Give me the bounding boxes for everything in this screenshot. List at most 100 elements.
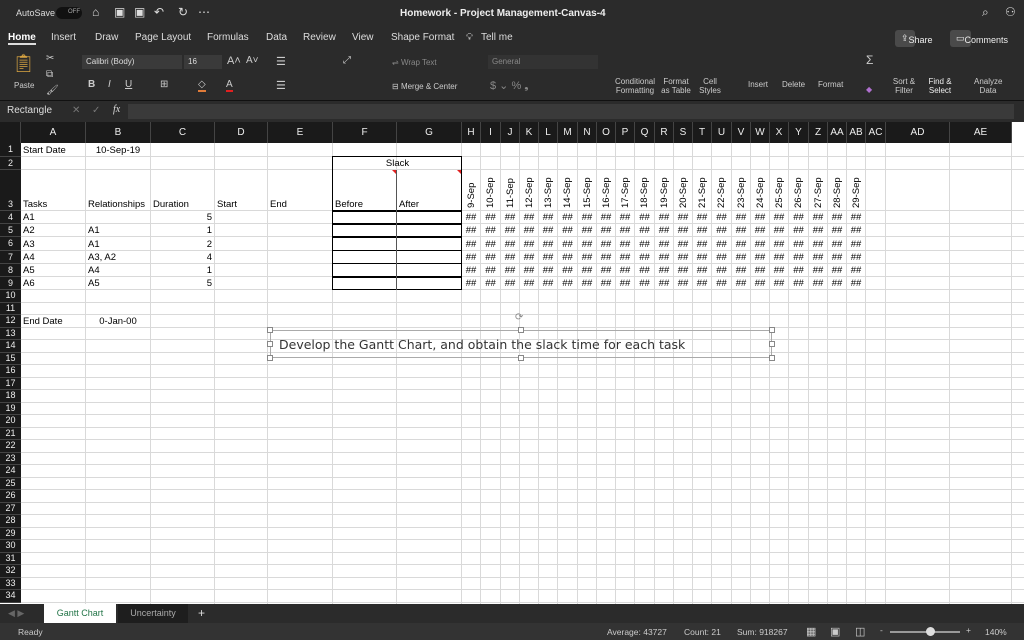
gantt-cell[interactable]: ## xyxy=(580,239,594,250)
insert-cells-button[interactable]: Insert xyxy=(748,80,768,89)
header-tasks[interactable]: Tasks xyxy=(23,199,83,210)
gantt-cell[interactable]: ## xyxy=(541,225,555,236)
gantt-cell[interactable]: ## xyxy=(849,278,863,289)
header-duration[interactable]: Duration xyxy=(153,199,212,210)
row-header-14[interactable]: 14 xyxy=(0,340,21,353)
gantt-cell[interactable]: ## xyxy=(791,278,806,289)
gantt-cell[interactable]: ## xyxy=(541,252,555,263)
gantt-cell[interactable]: ## xyxy=(599,252,613,263)
task-name[interactable]: A1 xyxy=(23,212,83,223)
gantt-cell[interactable]: ## xyxy=(618,252,632,263)
gantt-cell[interactable]: ## xyxy=(560,265,575,276)
date-header[interactable]: 18-Sep xyxy=(639,177,650,208)
row-header-30[interactable]: 30 xyxy=(0,540,21,553)
date-header[interactable]: 28-Sep xyxy=(832,177,843,208)
gantt-cell[interactable]: ## xyxy=(695,212,709,223)
format-cells-button[interactable]: Format xyxy=(818,80,843,89)
row-header-1[interactable]: 1 xyxy=(0,143,21,157)
column-header-AD[interactable]: AD xyxy=(886,122,950,143)
column-header-F[interactable]: F xyxy=(333,122,397,143)
zoom-slider-thumb[interactable] xyxy=(926,627,935,636)
comments-button[interactable]: ▭ Comments xyxy=(950,30,971,47)
date-header[interactable]: 23-Sep xyxy=(736,177,747,208)
gantt-cell[interactable]: ## xyxy=(657,225,671,236)
row-header-2[interactable]: 2 xyxy=(0,157,21,170)
clear-icon[interactable]: ◆ xyxy=(866,85,872,94)
gantt-cell[interactable]: ## xyxy=(580,252,594,263)
orientation-icon[interactable]: ⤢ xyxy=(343,55,351,66)
gantt-cell[interactable]: ## xyxy=(483,252,498,263)
header-before[interactable]: Before xyxy=(335,199,394,210)
row-header-6[interactable]: 6 xyxy=(0,237,21,250)
increase-font-icon[interactable]: A˄ xyxy=(227,55,241,67)
gantt-cell[interactable]: ## xyxy=(849,265,863,276)
gantt-cell[interactable]: ## xyxy=(695,265,709,276)
tab-page-layout[interactable]: Page Layout xyxy=(135,32,191,43)
worksheet-grid[interactable]: 3433323130292827262524232221201918171615… xyxy=(0,122,1024,604)
gantt-cell[interactable]: ## xyxy=(811,225,825,236)
gantt-cell[interactable]: ## xyxy=(734,252,748,263)
gantt-cell[interactable]: ## xyxy=(464,212,478,223)
paste-icon[interactable]: 📋︎ xyxy=(12,53,35,74)
end-date-label[interactable]: End Date xyxy=(23,316,83,327)
name-box[interactable]: Rectangle xyxy=(7,105,52,116)
row-header-27[interactable]: 27 xyxy=(0,503,21,516)
gantt-cell[interactable]: ## xyxy=(695,225,709,236)
column-header-D[interactable]: D xyxy=(215,122,268,143)
date-header[interactable]: 27-Sep xyxy=(813,177,824,208)
font-color-icon[interactable]: A xyxy=(226,79,233,92)
gantt-cell[interactable]: ## xyxy=(483,212,498,223)
gantt-cell[interactable]: ## xyxy=(772,239,786,250)
gantt-cell[interactable]: ## xyxy=(714,265,729,276)
conditional-formatting-button[interactable]: Conditional Formatting xyxy=(613,77,657,95)
align-top-icon[interactable]: ☰ xyxy=(276,55,286,68)
header-after[interactable]: After xyxy=(399,199,459,210)
header-end[interactable]: End xyxy=(270,199,330,210)
gantt-cell[interactable]: ## xyxy=(599,239,613,250)
gantt-cell[interactable]: ## xyxy=(618,239,632,250)
task-relationships[interactable]: A1 xyxy=(88,239,148,250)
share-button[interactable]: ⇪ Share xyxy=(895,30,915,47)
gantt-cell[interactable]: ## xyxy=(541,239,555,250)
gantt-cell[interactable]: ## xyxy=(830,239,844,250)
column-header-P[interactable]: P xyxy=(616,122,635,143)
task-duration[interactable]: 5 xyxy=(153,212,212,223)
row-header-29[interactable]: 29 xyxy=(0,528,21,541)
gantt-cell[interactable]: ## xyxy=(830,265,844,276)
gantt-cell[interactable]: ## xyxy=(522,212,536,223)
gantt-cell[interactable]: ## xyxy=(503,278,517,289)
task-name[interactable]: A5 xyxy=(23,265,83,276)
underline-button[interactable]: U xyxy=(125,79,132,90)
gantt-cell[interactable]: ## xyxy=(618,265,632,276)
gantt-cell[interactable]: ## xyxy=(464,239,478,250)
gantt-cell[interactable]: ## xyxy=(791,212,806,223)
column-header-G[interactable]: G xyxy=(397,122,462,143)
date-header[interactable]: 10-Sep xyxy=(485,177,496,208)
row-header-13[interactable]: 13 xyxy=(0,328,21,341)
row-header-24[interactable]: 24 xyxy=(0,465,21,478)
gantt-cell[interactable]: ## xyxy=(580,265,594,276)
gantt-cell[interactable]: ## xyxy=(637,278,652,289)
row-header-19[interactable]: 19 xyxy=(0,403,21,416)
format-painter-icon[interactable]: 🖌︎ xyxy=(46,85,59,96)
gantt-cell[interactable]: ## xyxy=(830,212,844,223)
gantt-cell[interactable]: ## xyxy=(772,252,786,263)
save-as-icon[interactable]: ▣ xyxy=(134,5,145,19)
search-icon[interactable]: ⌕ xyxy=(982,5,989,20)
gantt-cell[interactable]: ## xyxy=(483,225,498,236)
date-header[interactable]: 24-Sep xyxy=(755,177,766,208)
column-header-K[interactable]: K xyxy=(520,122,539,143)
start-date-value[interactable]: 10-Sep-19 xyxy=(88,145,148,156)
task-name[interactable]: A4 xyxy=(23,252,83,263)
gantt-cell[interactable]: ## xyxy=(830,252,844,263)
gantt-cell[interactable]: ## xyxy=(618,212,632,223)
resize-handle[interactable] xyxy=(769,355,775,361)
gantt-cell[interactable]: ## xyxy=(753,225,767,236)
normal-view-icon[interactable]: ▦ xyxy=(806,625,816,638)
row-header-34[interactable]: 34 xyxy=(0,590,21,603)
gantt-cell[interactable]: ## xyxy=(657,252,671,263)
gantt-cell[interactable]: ## xyxy=(657,212,671,223)
gantt-cell[interactable]: ## xyxy=(811,265,825,276)
gantt-cell[interactable]: ## xyxy=(676,225,690,236)
copy-icon[interactable]: ⧉ xyxy=(46,69,53,80)
